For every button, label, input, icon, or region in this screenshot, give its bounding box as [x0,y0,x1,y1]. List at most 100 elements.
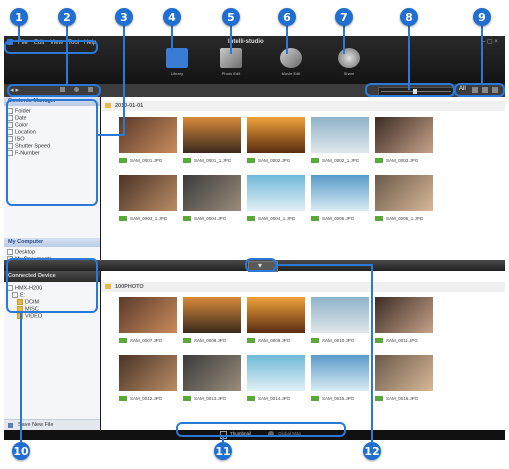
photo-image[interactable] [375,297,433,333]
mode-share-label: Share [343,71,355,76]
mode-photo-edit-button[interactable]: Photo Edit [208,48,254,88]
photo-image[interactable] [375,175,433,211]
share-icon [338,48,360,68]
callout-line [171,24,173,52]
save-new-file-button[interactable]: Save New File [4,419,100,430]
photo-image[interactable] [311,175,369,211]
photo-image[interactable] [119,175,177,211]
photo-image[interactable] [183,355,241,391]
photo-caption: SAM_0014.JPG [247,396,305,401]
photo-image[interactable] [183,175,241,211]
photo-filename: SAM_0003.JPG [386,158,419,163]
photo-image[interactable] [183,117,241,153]
photo-caption: SAM_0007.JPG [119,338,177,343]
photo-thumbnail[interactable]: SAM_0007.JPG [119,297,177,349]
callout-line [371,264,373,442]
photo-type-icon [183,338,191,343]
photo-image[interactable] [247,175,305,211]
photo-thumbnail[interactable]: SAM_0008.JPG [183,297,241,349]
callout-box-connected-device [6,258,98,313]
photo-caption: SAM_0008.JPG [183,338,241,343]
photo-filename: SAM_0005.JPG [322,216,355,221]
callout-box-slider [365,83,455,97]
photo-thumbnail[interactable]: SAM_0005_1.JPG [375,175,433,227]
photo-thumbnail[interactable]: SAM_0010.JPG [311,297,369,349]
save-icon [8,423,13,428]
callout-line [18,24,20,42]
photo-caption: SAM_0016.JPG [375,396,433,401]
photo-thumbnail[interactable]: SAM_0001.JPG [119,117,177,169]
callout-line [20,312,22,442]
photo-image[interactable] [311,117,369,153]
photo-type-icon [311,396,319,401]
photo-thumbnail[interactable]: SAM_0001_1.JPG [183,117,241,169]
photo-image[interactable] [247,355,305,391]
photo-image[interactable] [247,297,305,333]
photo-thumbnail[interactable]: SAM_0003_1.JPG [119,175,177,227]
photo-caption: SAM_0005.JPG [311,216,369,221]
photo-thumbnail[interactable]: SAM_0009.JPG [247,297,305,349]
photo-caption: SAM_0004_1.JPG [247,216,305,221]
folder-header-bottom: 100PHOTO [101,282,505,292]
photo-type-icon [311,216,319,221]
callout-9: 9 [473,8,491,26]
photo-thumbnail[interactable]: SAM_0004_1.JPG [247,175,305,227]
tree-item-desktop[interactable]: Desktop [7,249,52,256]
photo-type-icon [375,216,383,221]
callout-box-menu [4,40,98,54]
photo-filename: SAM_0002_1.JPG [322,158,360,163]
photo-image[interactable] [119,117,177,153]
window-controls[interactable]: – ▢ × [482,38,498,45]
tree-item-video[interactable]: VIDEO [7,313,42,320]
photo-filename: SAM_0004_1.JPG [258,216,296,221]
photo-filename: SAM_0009.JPG [258,338,291,343]
photo-type-icon [247,158,255,163]
photo-caption: SAM_0001.JPG [119,158,177,163]
photo-caption: SAM_0003_1.JPG [119,216,177,221]
photo-type-icon [375,396,383,401]
photo-thumbnail[interactable]: SAM_0002.JPG [247,117,305,169]
photo-image[interactable] [311,297,369,333]
photo-caption: SAM_0004.JPG [183,216,241,221]
photo-image[interactable] [183,297,241,333]
photo-thumbnail[interactable]: SAM_0002_1.JPG [311,117,369,169]
photo-thumbnail[interactable]: SAM_0016.JPG [375,355,433,407]
mode-library-button[interactable]: Library [154,48,200,88]
callout-10: 10 [12,442,30,460]
photo-image[interactable] [119,297,177,333]
photo-filename: SAM_0002.JPG [258,158,291,163]
photo-image[interactable] [247,117,305,153]
photo-thumbnail[interactable]: SAM_0012.JPG [119,355,177,407]
photo-image[interactable] [119,355,177,391]
photo-thumbnail[interactable]: SAM_0011.JPG [375,297,433,349]
photo-filename: SAM_0012.JPG [130,396,163,401]
photo-filename: SAM_0001_1.JPG [194,158,232,163]
mode-share-button[interactable]: Share [326,48,372,88]
photo-thumbnail[interactable]: SAM_0014.JPG [247,355,305,407]
photo-thumbnail[interactable]: SAM_0004.JPG [183,175,241,227]
callout-7: 7 [335,8,353,26]
photo-image[interactable] [311,355,369,391]
callout-line [66,24,68,85]
mode-movie-edit-button[interactable]: Movie Edit [268,48,314,88]
callout-line [98,134,125,136]
photo-thumbnail[interactable]: SAM_0003.JPG [375,117,433,169]
photo-image[interactable] [375,117,433,153]
my-computer-header[interactable]: My Computer [4,238,100,247]
photo-caption: SAM_0002_1.JPG [311,158,369,163]
photo-type-icon [375,158,383,163]
photo-type-icon [119,396,127,401]
photo-filename: SAM_0016.JPG [386,396,419,401]
callout-box-bottom-tabs [176,422,346,437]
callout-11: 11 [214,442,232,460]
folder-header-top: 2010-01-01 [101,101,505,111]
photo-thumbnail[interactable]: SAM_0005.JPG [311,175,369,227]
mode-photo-edit-label: Photo Edit [221,71,241,76]
photo-thumbnail[interactable]: SAM_0013.JPG [183,355,241,407]
photo-thumbnail[interactable]: SAM_0015.JPG [311,355,369,407]
photo-image[interactable] [375,355,433,391]
folder-icon [105,103,111,108]
library-icon [166,48,188,68]
photo-type-icon [247,396,255,401]
photo-filename: SAM_0008.JPG [194,338,227,343]
